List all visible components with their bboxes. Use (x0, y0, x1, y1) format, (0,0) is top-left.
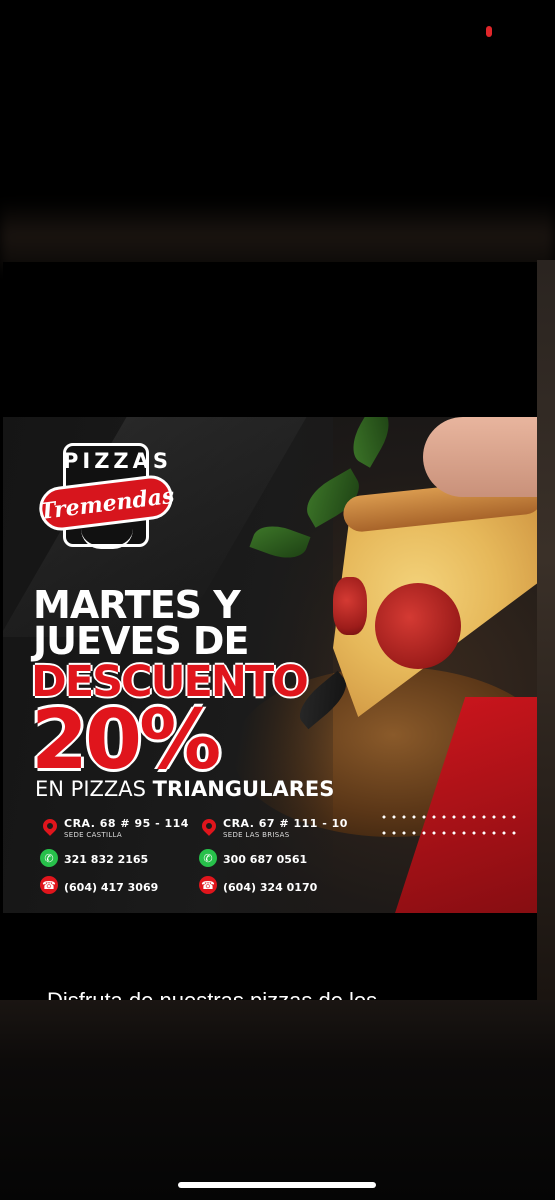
decorative-dots (379, 831, 519, 835)
blurred-background-bottom (0, 1000, 555, 1200)
discount-percent: 20% (31, 693, 221, 788)
whatsapp-number: 321 832 2165 (64, 853, 149, 866)
whatsapp-icon: ✆ (199, 849, 217, 867)
blurred-side-strip (537, 260, 555, 1000)
decorative-dots (379, 815, 519, 819)
pepperoni (333, 577, 367, 635)
status-indicator (486, 26, 492, 37)
pepperoni (375, 583, 461, 669)
phone-icon: ☎ (199, 876, 217, 894)
address-text: CRA. 68 # 95 - 114 (64, 817, 189, 830)
hand-image (423, 417, 537, 497)
pizzas-tremendas-logo: PIZZAS Tremendas (36, 443, 176, 557)
subline-regular: EN PIZZAS (35, 777, 153, 801)
whatsapp-icon: ✆ (40, 849, 58, 867)
phone-number: (604) 417 3069 (64, 881, 159, 894)
subline: EN PIZZAS TRIANGULARES (35, 777, 334, 801)
basil-leaf (344, 417, 398, 468)
blurred-background (0, 200, 555, 270)
location-address-las-brisas: CRA. 67 # 111 - 10 SEDE LAS BRISAS (223, 817, 348, 839)
phone-icon: ☎ (40, 876, 58, 894)
promo-image: PIZZAS Tremendas MARTES Y JUEVES DE DESC… (3, 417, 537, 913)
sede-label: SEDE LAS BRISAS (223, 831, 290, 839)
address-text: CRA. 67 # 111 - 10 (223, 817, 348, 830)
phone-number: (604) 324 0170 (223, 881, 318, 894)
subline-bold: TRIANGULARES (152, 777, 335, 801)
sede-label: SEDE CASTILLA (64, 831, 123, 839)
location-address-castilla: CRA. 68 # 95 - 114 SEDE CASTILLA (64, 817, 189, 839)
logo-top-text: PIZZAS (63, 449, 173, 473)
home-indicator[interactable] (178, 1182, 376, 1188)
whatsapp-number: 300 687 0561 (223, 853, 308, 866)
